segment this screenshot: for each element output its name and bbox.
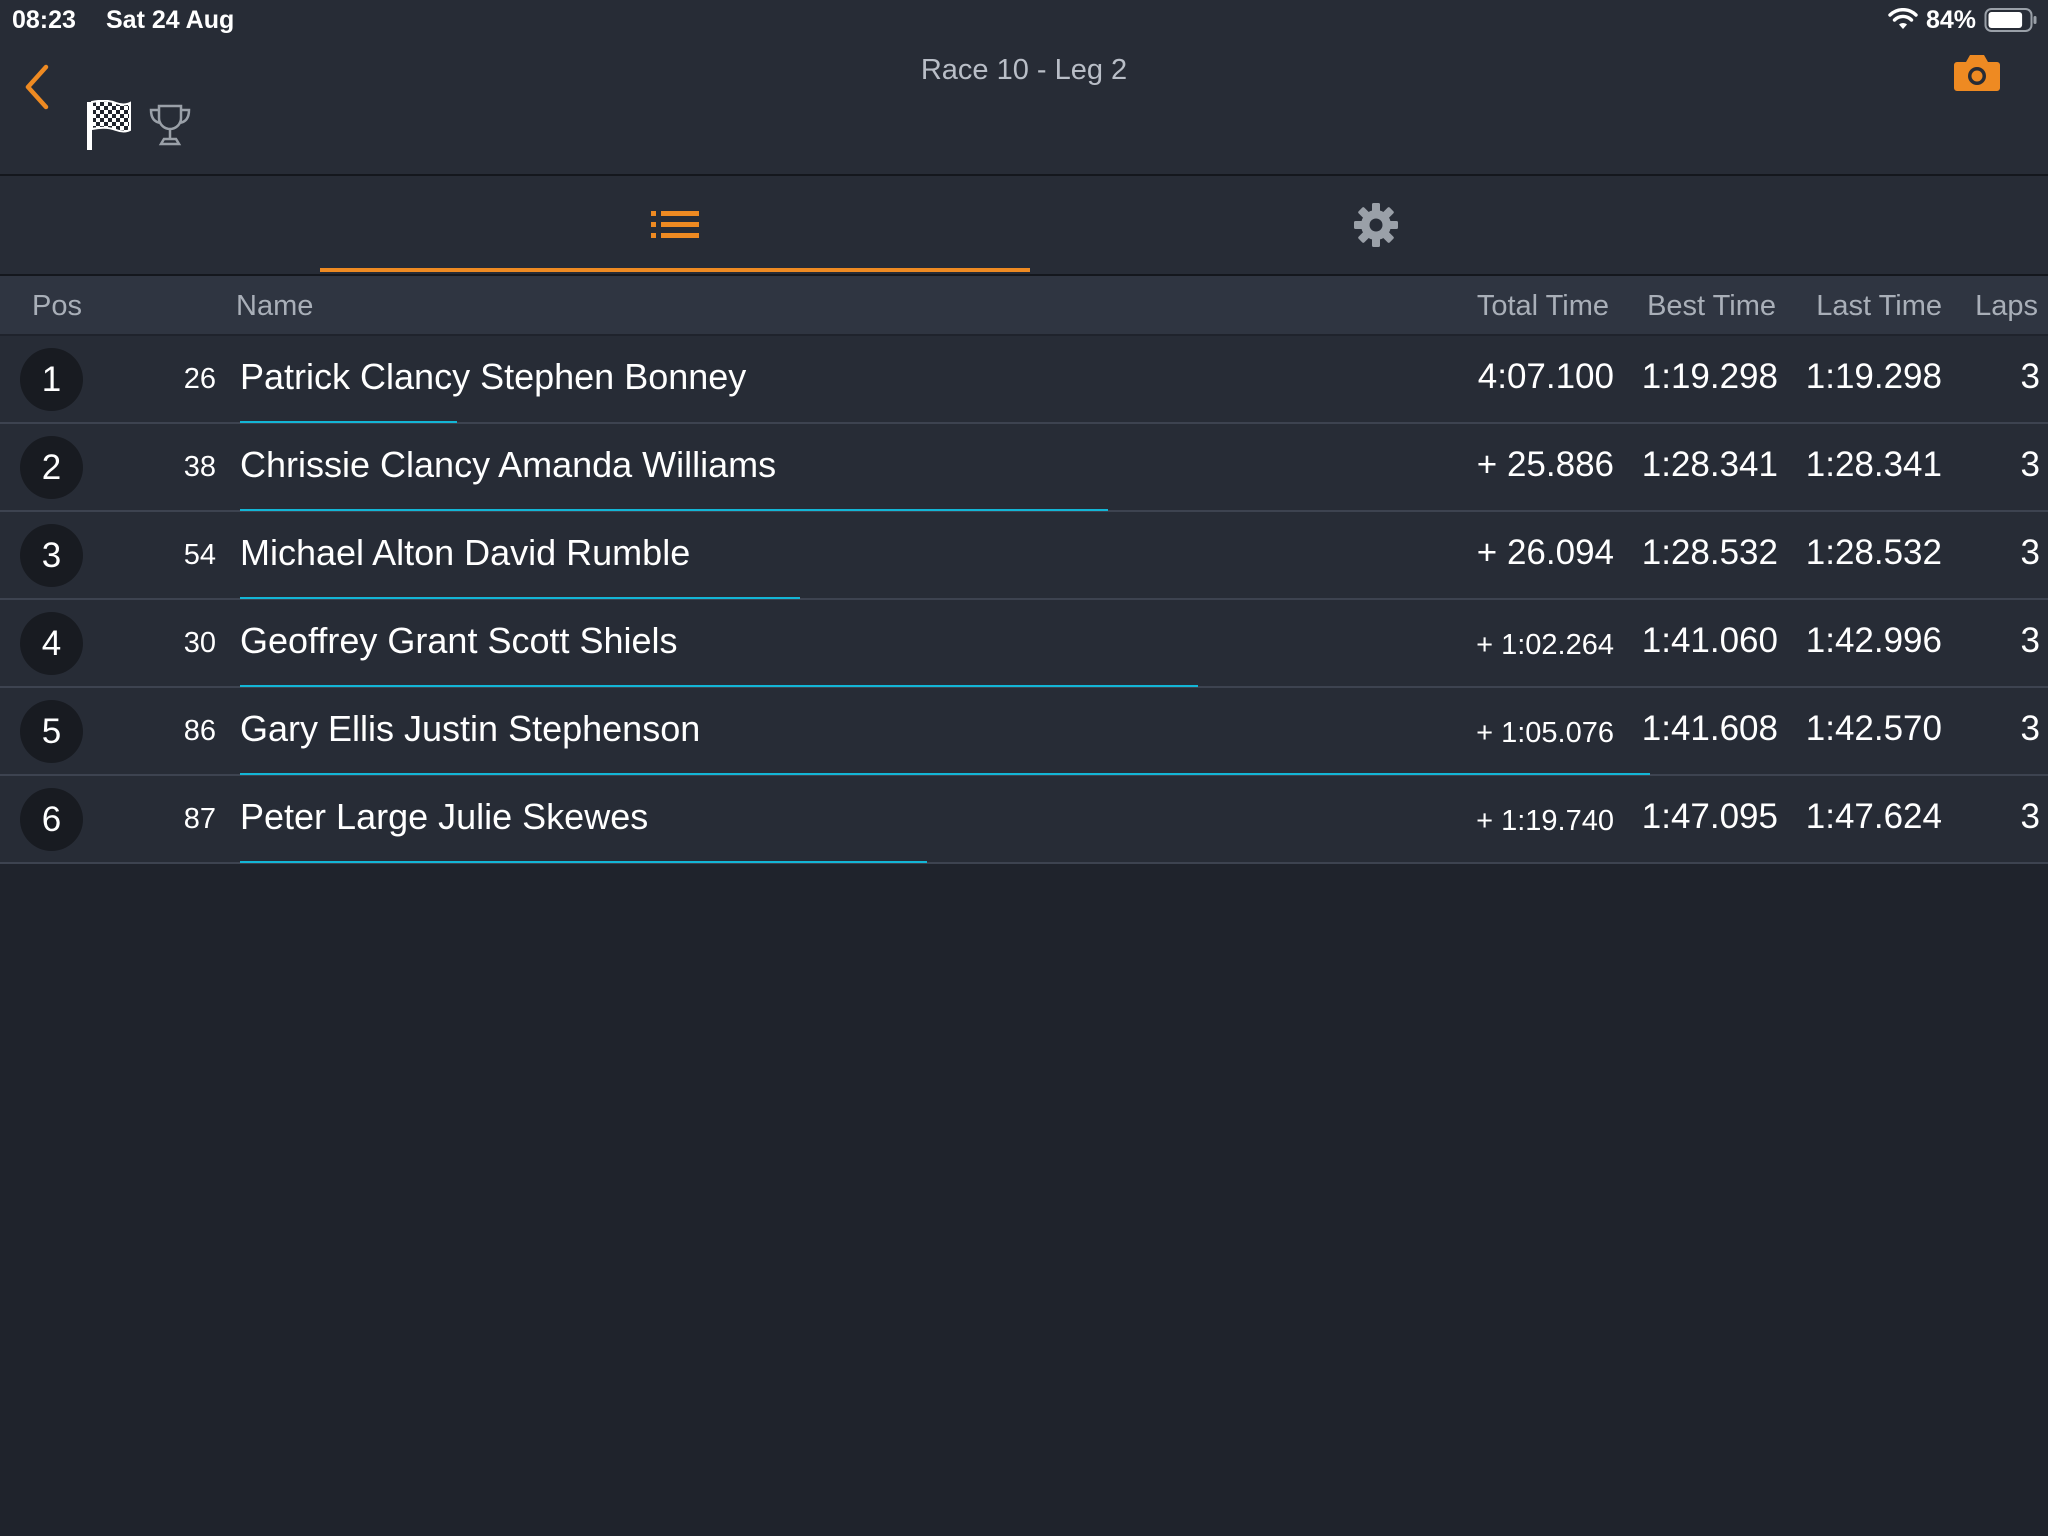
status-date: Sat 24 Aug: [106, 6, 235, 34]
best-time: 1:19.298: [1641, 357, 1778, 396]
laps-count: 3: [2020, 797, 2040, 836]
laps-count: 3: [2020, 709, 2040, 748]
nav-bar: Race 10 - Leg 2: [0, 40, 2048, 176]
trophy-icon[interactable]: [148, 103, 192, 147]
tab-settings[interactable]: [1020, 176, 1732, 274]
table-row[interactable]: 3 54 Michael Alton David Rumble + 26.094…: [0, 512, 2048, 600]
active-tab-indicator: [320, 268, 1030, 272]
driver-name: Peter Large Julie Skewes: [240, 796, 649, 837]
tab-bar: [0, 176, 2048, 276]
list-icon: [651, 211, 699, 238]
best-time: 1:28.532: [1641, 533, 1778, 572]
position-badge: 3: [20, 524, 83, 587]
car-number: 26: [183, 363, 216, 395]
column-header-laps[interactable]: Laps: [1975, 290, 2038, 323]
car-number: 38: [183, 451, 216, 483]
position-badge: 6: [20, 788, 83, 851]
total-time: 4:07.100: [1477, 357, 1614, 396]
last-time: 1:28.532: [1805, 533, 1942, 572]
driver-name: Patrick Clancy Stephen Bonney: [240, 356, 747, 397]
total-time: + 26.094: [1476, 533, 1614, 572]
laps-count: 3: [2020, 533, 2040, 572]
best-time: 1:47.095: [1641, 797, 1778, 836]
status-bar: 08:23 Sat 24 Aug 84%: [0, 0, 2048, 40]
position-badge: 4: [20, 612, 83, 675]
position-badge: 5: [20, 700, 83, 763]
wifi-icon: [1888, 8, 1918, 29]
lap-progress-bar: [240, 773, 1650, 775]
tab-results-list[interactable]: [320, 176, 1030, 274]
table-row[interactable]: 2 38 Chrissie Clancy Amanda Williams + 2…: [0, 424, 2048, 512]
best-time: 1:41.060: [1641, 621, 1778, 660]
lap-progress-bar: [240, 685, 1198, 687]
table-row[interactable]: 5 86 Gary Ellis Justin Stephenson + 1:05…: [0, 688, 2048, 776]
laps-count: 3: [2020, 357, 2040, 396]
car-number: 54: [183, 539, 216, 571]
total-time: + 1:02.264: [1476, 629, 1614, 661]
last-time: 1:42.570: [1805, 709, 1942, 748]
lap-progress-bar: [240, 509, 1108, 511]
checkered-flag-icon[interactable]: [86, 100, 132, 152]
column-header-last-time[interactable]: Last Time: [1816, 290, 1942, 323]
status-time: 08:23: [12, 6, 76, 34]
lap-progress-bar: [240, 861, 927, 863]
driver-name: Michael Alton David Rumble: [240, 532, 691, 573]
laps-count: 3: [2020, 445, 2040, 484]
driver-name: Geoffrey Grant Scott Shiels: [240, 620, 678, 661]
last-time: 1:47.624: [1805, 797, 1942, 836]
camera-icon[interactable]: [1952, 50, 2002, 96]
battery-percent: 84%: [1925, 5, 1976, 34]
position-badge: 1: [20, 348, 83, 411]
column-header-total-time[interactable]: Total Time: [1477, 290, 1609, 323]
lap-progress-bar: [240, 421, 457, 423]
laps-count: 3: [2020, 621, 2040, 660]
car-number: 87: [183, 803, 216, 835]
gear-icon: [1354, 203, 1398, 247]
page-title: Race 10 - Leg 2: [920, 54, 1128, 86]
column-header-best-time[interactable]: Best Time: [1647, 290, 1776, 323]
total-time: + 25.886: [1476, 445, 1614, 484]
table-header: Pos Name Total Time Best Time Last Time …: [0, 276, 2048, 334]
battery-icon: [1984, 8, 2037, 32]
column-header-pos[interactable]: Pos: [32, 290, 82, 323]
table-row[interactable]: 4 30 Geoffrey Grant Scott Shiels + 1:02.…: [0, 600, 2048, 688]
driver-name: Gary Ellis Justin Stephenson: [240, 708, 701, 749]
last-time: 1:19.298: [1805, 357, 1942, 396]
driver-name: Chrissie Clancy Amanda Williams: [240, 444, 777, 485]
last-time: 1:42.996: [1805, 621, 1942, 660]
total-time: + 1:19.740: [1476, 805, 1614, 837]
table-row[interactable]: 1 26 Patrick Clancy Stephen Bonney 4:07.…: [0, 336, 2048, 424]
last-time: 1:28.341: [1805, 445, 1942, 484]
best-time: 1:41.608: [1641, 709, 1778, 748]
status-indicators: 84%: [1888, 6, 2038, 34]
position-badge: 2: [20, 436, 83, 499]
table-row[interactable]: 6 87 Peter Large Julie Skewes + 1:19.740…: [0, 776, 2048, 864]
lap-progress-bar: [240, 597, 800, 599]
total-time: + 1:05.076: [1476, 717, 1614, 749]
best-time: 1:28.341: [1641, 445, 1778, 484]
car-number: 30: [183, 627, 216, 659]
column-header-name[interactable]: Name: [236, 290, 313, 323]
car-number: 86: [183, 715, 216, 747]
